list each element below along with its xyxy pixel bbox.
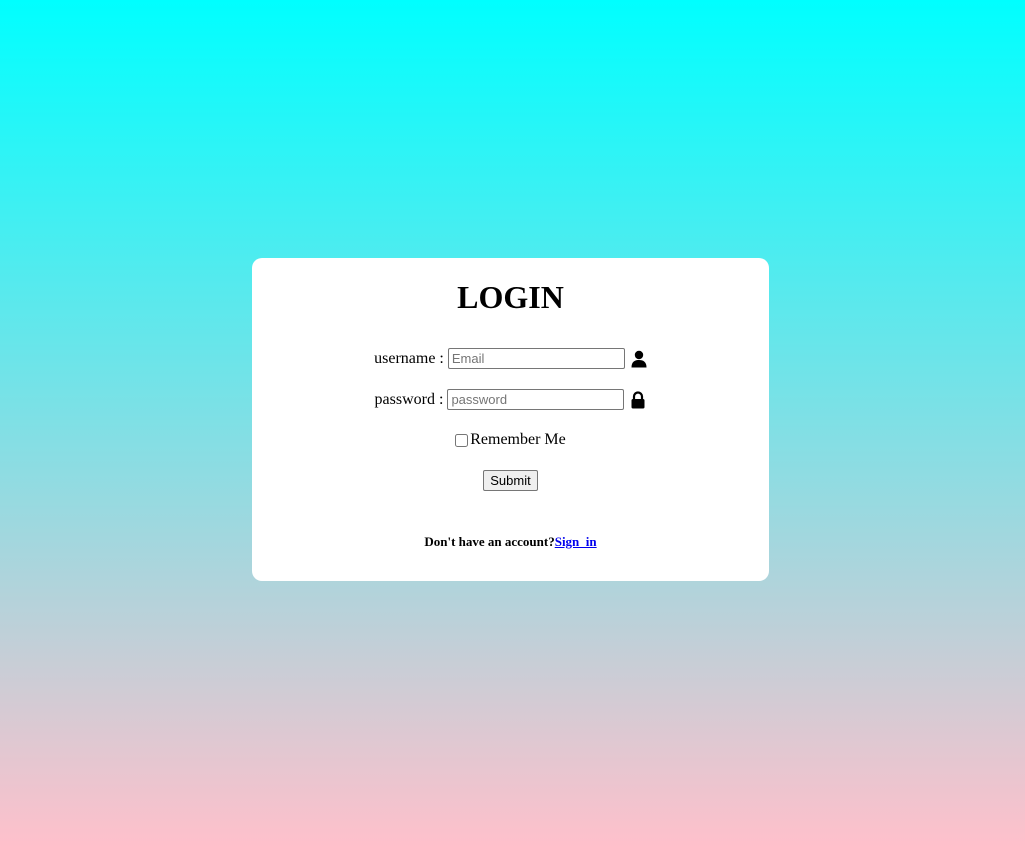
login-card: LOGIN username : password : Remember Me … (252, 258, 769, 581)
password-label: password : (374, 390, 444, 408)
page-title: LOGIN (457, 279, 564, 315)
lock-icon (630, 390, 646, 409)
username-label: username : (374, 349, 444, 367)
user-icon (631, 350, 647, 368)
submit-button[interactable]: Submit (483, 470, 538, 491)
remember-me-label: Remember Me (470, 431, 566, 448)
signup-link[interactable]: Sign_in (555, 534, 597, 549)
username-row: username : (252, 348, 769, 369)
password-input[interactable] (447, 389, 625, 410)
submit-row: Submit (252, 470, 769, 491)
remember-me-checkbox[interactable] (455, 433, 469, 447)
username-input[interactable] (447, 348, 625, 369)
password-row: password : (252, 389, 769, 410)
signup-prompt-row: Don't have an account?Sign_in (252, 532, 769, 552)
signup-prompt: Don't have an account? (424, 534, 555, 549)
remember-row: Remember Me (252, 430, 769, 450)
